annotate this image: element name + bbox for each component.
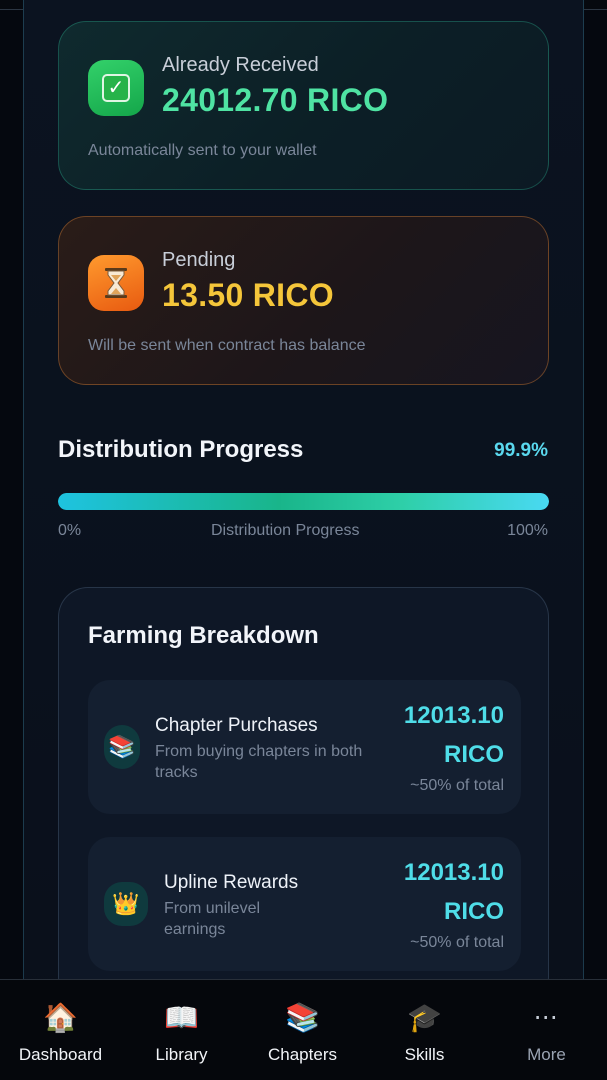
- nav-item-more[interactable]: ⋯ More: [486, 980, 607, 1080]
- progress-bar-fill: [58, 493, 549, 510]
- breakdown-item-amount-unit: RICO: [444, 898, 504, 925]
- progress-max-label: 100%: [507, 522, 548, 539]
- nav-item-label: Skills: [404, 1045, 445, 1064]
- graduation-cap-icon: 🎓: [407, 1002, 442, 1033]
- breakdown-item-amount-value: 12013.10: [403, 859, 504, 886]
- check-mark-icon: ✓: [88, 60, 144, 116]
- crown-icon: 👑: [104, 882, 148, 926]
- breakdown-item-amount-unit: RICO: [444, 741, 504, 768]
- received-amount: 24012.70 RICO: [162, 82, 389, 118]
- progress-percent: 99.9%: [494, 440, 548, 461]
- pending-subtitle: Will be sent when contract has balance: [88, 337, 366, 354]
- more-dots-icon: ⋯: [533, 1004, 560, 1031]
- breakdown-title: Farming Breakdown: [88, 622, 319, 649]
- nav-item-label: Dashboard: [18, 1045, 103, 1064]
- progress-min-label: 0%: [58, 522, 82, 539]
- breakdown-item-amount-value: 12013.10: [403, 702, 504, 729]
- nav-item-library[interactable]: 📖 Library: [121, 980, 242, 1080]
- pending-card: Pending 13.50 RICO Will be sent when con…: [58, 216, 549, 385]
- progress-title: Distribution Progress: [58, 436, 304, 463]
- progress-bar: [58, 493, 549, 510]
- pending-label: Pending: [162, 249, 236, 271]
- nav-item-skills[interactable]: 🎓 Skills: [364, 980, 485, 1080]
- books-icon: 📚: [104, 725, 140, 769]
- bottom-nav: 🏠 Dashboard 📖 Library 📚 Chapters 🎓 Skill…: [0, 979, 607, 1080]
- breakdown-item-title: Upline Rewards: [164, 872, 299, 893]
- nav-item-label: Library: [155, 1045, 208, 1064]
- hourglass-icon: [88, 255, 144, 311]
- breakdown-item-upline-rewards: 👑 Upline Rewards From unilevel earnings …: [88, 837, 521, 971]
- nav-item-label: More: [527, 1045, 566, 1064]
- breakdown-item-amount: 12013.10 RICO: [364, 696, 504, 774]
- progress-center-label: Distribution Progress: [211, 522, 360, 539]
- received-label: Already Received: [162, 54, 319, 76]
- books-icon: 📚: [285, 1002, 320, 1033]
- house-icon: 🏠: [43, 1002, 78, 1033]
- breakdown-item-share: ~50% of total: [410, 777, 504, 794]
- breakdown-item-title: Chapter Purchases: [155, 715, 318, 736]
- nav-item-label: Chapters: [268, 1045, 337, 1064]
- breakdown-item-chapter-purchases: 📚 Chapter Purchases From buying chapters…: [88, 680, 521, 814]
- breakdown-item-share: ~50% of total: [410, 934, 504, 951]
- nav-item-dashboard[interactable]: 🏠 Dashboard: [0, 980, 121, 1080]
- received-card: ✓ Already Received 24012.70 RICO Automat…: [58, 21, 549, 190]
- received-subtitle: Automatically sent to your wallet: [88, 142, 317, 159]
- breakdown-item-amount: 12013.10 RICO: [364, 853, 504, 931]
- nav-item-chapters[interactable]: 📚 Chapters: [242, 980, 363, 1080]
- breakdown-item-subtitle: From buying chapters in both tracks: [155, 743, 363, 781]
- pending-amount: 13.50 RICO: [162, 277, 334, 313]
- breakdown-item-subtitle: From unilevel earnings: [164, 900, 261, 938]
- farming-breakdown-card: Farming Breakdown 📚 Chapter Purchases Fr…: [58, 587, 549, 1007]
- open-book-icon: 📖: [164, 1002, 199, 1033]
